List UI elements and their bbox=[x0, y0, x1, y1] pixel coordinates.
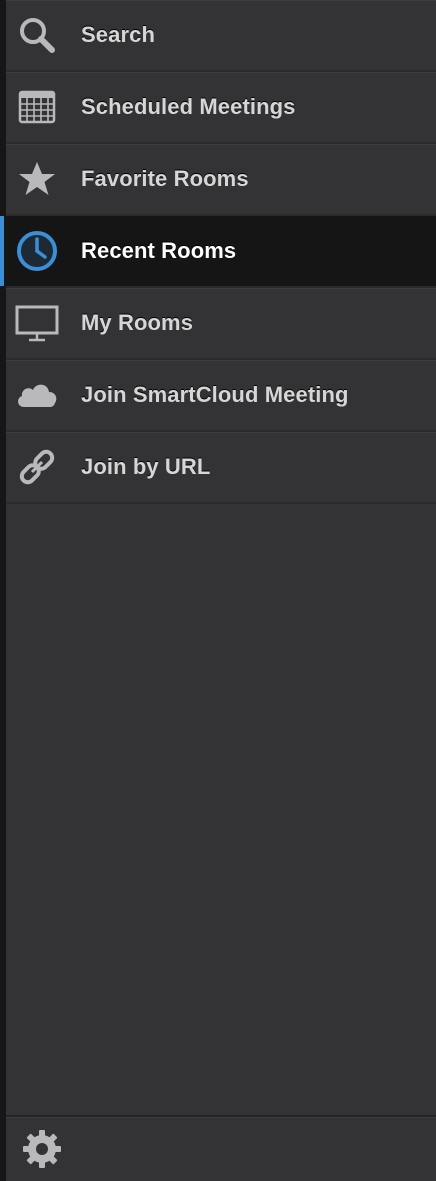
gear-icon[interactable] bbox=[20, 1127, 64, 1171]
sidebar-item-label: Favorite Rooms bbox=[81, 166, 249, 191]
sidebar-item-scheduled-meetings[interactable]: Scheduled Meetings bbox=[6, 72, 436, 144]
sidebar-item-label: Join SmartCloud Meeting bbox=[81, 382, 349, 407]
screen-icon bbox=[14, 300, 60, 346]
search-icon bbox=[14, 12, 60, 58]
sidebar-item-label: Recent Rooms bbox=[81, 238, 237, 263]
sidebar-item-label: My Rooms bbox=[81, 310, 194, 335]
sidebar-item-label: Join by URL bbox=[81, 454, 211, 479]
sidebar-item-search[interactable]: Search bbox=[6, 0, 436, 72]
sidebar-item-label: Search bbox=[81, 22, 155, 47]
sidebar-item-my-rooms[interactable]: My Rooms bbox=[6, 288, 436, 360]
sidebar-menu: Search Scheduled Meetings Favorite Rooms… bbox=[0, 0, 436, 504]
sidebar-item-join-smartcloud-meeting[interactable]: Join SmartCloud Meeting bbox=[6, 360, 436, 432]
sidebar-item-join-by-url[interactable]: Join by URL bbox=[6, 432, 436, 504]
calendar-icon bbox=[14, 84, 60, 130]
sidebar-item-label: Scheduled Meetings bbox=[81, 94, 296, 119]
cloud-icon bbox=[14, 372, 60, 418]
star-icon bbox=[14, 156, 60, 202]
clock-icon bbox=[14, 228, 60, 274]
sidebar-item-recent-rooms[interactable]: Recent Rooms bbox=[0, 216, 436, 288]
sidebar: Search Scheduled Meetings Favorite Rooms… bbox=[0, 0, 436, 1181]
link-icon bbox=[14, 444, 60, 490]
sidebar-item-favorite-rooms[interactable]: Favorite Rooms bbox=[6, 144, 436, 216]
sidebar-footer bbox=[6, 1115, 436, 1181]
